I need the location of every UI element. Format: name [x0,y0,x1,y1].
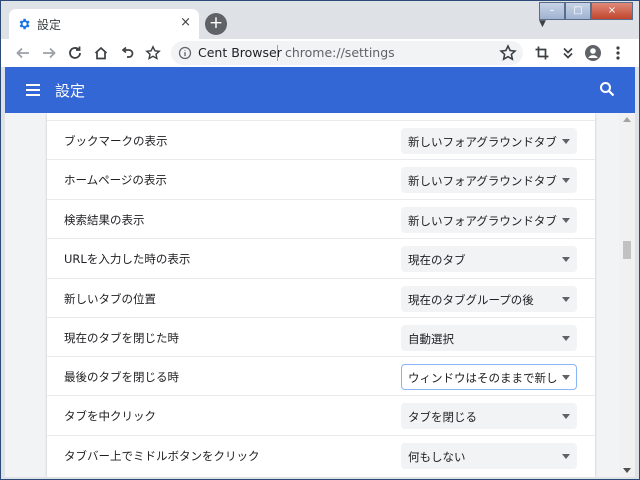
setting-label: 現在のタブを閉じた時 [64,331,179,345]
profile-button[interactable] [582,42,604,64]
setting-row: 最後のタブを閉じる時 ウィンドウはそのままで新しいタブ [47,356,595,395]
crop-icon [535,46,549,60]
scroll-down-arrow-icon[interactable] [623,468,631,473]
select-value: 新しいフォアグラウンドタブ [408,214,557,228]
setting-row: 検索結果の表示 新しいフォアグラウンドタブ [47,199,595,238]
setting-row: ホームページの表示 新しいフォアグラウンドタブ [47,159,595,198]
reload-icon [69,46,81,59]
menu-button[interactable] [607,42,629,64]
tab-list-dropdown-icon[interactable]: ▼ [539,19,546,29]
star-icon [145,45,161,60]
reload-button[interactable] [64,42,86,64]
address-divider [277,45,278,61]
select-value: 何もしない [408,450,466,464]
browser-window: 設定 × + ▼ – □ × Cent Browser chrome://set… [0,0,640,480]
tab-settings[interactable]: 設定 × [9,9,199,39]
caret-down-icon [562,178,570,183]
setting-label: 新しいタブの位置 [64,292,156,306]
info-icon[interactable] [178,46,192,60]
undo-icon [121,46,134,58]
home-button[interactable] [90,42,112,64]
maximize-button[interactable]: □ [565,2,591,20]
setting-row: 新しいタブの位置 現在のタブグループの後 [47,278,595,317]
address-bar[interactable]: Cent Browser chrome://settings [171,41,523,65]
setting-row: URLを入力した時の表示 現在のタブ [47,238,595,277]
scroll-up-arrow-icon[interactable] [623,117,631,122]
settings-content[interactable]: ブックマークの表示 新しいフォアグラウンドタブ ホームページの表示 新しいフォア… [5,113,619,477]
caret-down-icon [562,257,570,262]
tab-title: 設定 [37,18,62,32]
close-window-button[interactable]: × [591,2,633,20]
setting-row: タブバー上でミドルボタンをクリック 何もしない [47,435,595,474]
caret-down-icon [562,336,570,341]
select-value: 新しいフォアグラウンドタブ [408,135,557,149]
setting-label: タブバー上でミドルボタンをクリック [64,449,260,463]
minimize-button[interactable]: – [539,2,565,20]
select-value: 現在のタブ [408,253,466,267]
setting-label: ホームページの表示 [64,173,167,187]
setting-select[interactable]: 新しいフォアグラウンドタブ [401,167,577,193]
caret-down-icon [562,375,570,380]
browser-toolbar: Cent Browser chrome://settings [1,39,639,67]
vertical-scrollbar[interactable] [619,113,635,477]
setting-select[interactable]: 現在のタブグループの後 [401,286,577,312]
setting-select[interactable]: タブを閉じる [401,403,577,429]
new-tab-button[interactable]: + [205,13,227,35]
title-bar: 設定 × + ▼ – □ × [1,1,639,39]
setting-row: ブックマークの表示 新しいフォアグラウンドタブ [47,120,595,159]
page-title: 設定 [55,82,86,100]
url-text[interactable]: chrome://settings [285,45,395,60]
account-icon [585,45,601,61]
settings-card: ブックマークの表示 新しいフォアグラウンドタブ ホームページの表示 新しいフォア… [47,113,595,477]
setting-select[interactable]: 現在のタブ [401,246,577,272]
site-name: Cent Browser [198,45,282,60]
setting-label: URLを入力した時の表示 [64,252,191,266]
caret-down-icon [562,218,570,223]
setting-row: 現在のタブを閉じた時 自動選択 [47,317,595,356]
undo-close-tab-button[interactable] [116,42,138,64]
search-icon[interactable] [599,81,615,97]
home-icon [94,46,108,60]
select-value: ウィンドウはそのままで新しいタブ [408,371,558,385]
arrow-right-icon [43,47,56,59]
setting-select-focused[interactable]: ウィンドウはそのままで新しいタブ [401,364,577,390]
caret-down-icon [562,297,570,302]
setting-label: 検索結果の表示 [64,213,145,227]
crop-button[interactable] [531,42,553,64]
more-vert-icon [616,46,620,60]
bookmark-button[interactable] [142,42,164,64]
setting-select[interactable]: 新しいフォアグラウンドタブ [401,128,577,154]
gear-icon [19,18,30,30]
menu-icon[interactable] [25,82,41,98]
setting-select[interactable]: 新しいフォアグラウンドタブ [401,207,577,233]
select-value: タブを閉じる [408,410,477,424]
window-controls: – □ × [539,2,633,20]
setting-label: タブを中クリック [64,409,156,423]
select-value: 自動選択 [408,332,454,346]
double-chevron-down-icon [563,47,573,59]
scrollbar-thumb[interactable] [623,241,631,259]
close-tab-icon[interactable]: × [180,15,191,30]
more-extensions-button[interactable] [557,42,579,64]
arrow-left-icon [16,47,29,59]
select-value: 現在のタブグループの後 [408,293,534,307]
caret-down-icon [562,139,570,144]
forward-button[interactable] [38,42,60,64]
setting-row: タブを中クリック タブを閉じる [47,395,595,434]
caret-down-icon [562,454,570,459]
setting-select[interactable]: 自動選択 [401,325,577,351]
bookmark-star-icon[interactable] [499,44,517,62]
setting-select[interactable]: 何もしない [401,443,577,469]
setting-label: 最後のタブを閉じる時 [64,370,179,384]
select-value: 新しいフォアグラウンドタブ [408,174,557,188]
caret-down-icon [562,414,570,419]
settings-header: 設定 [5,67,635,113]
setting-label: ブックマークの表示 [64,134,168,148]
back-button[interactable] [12,42,34,64]
